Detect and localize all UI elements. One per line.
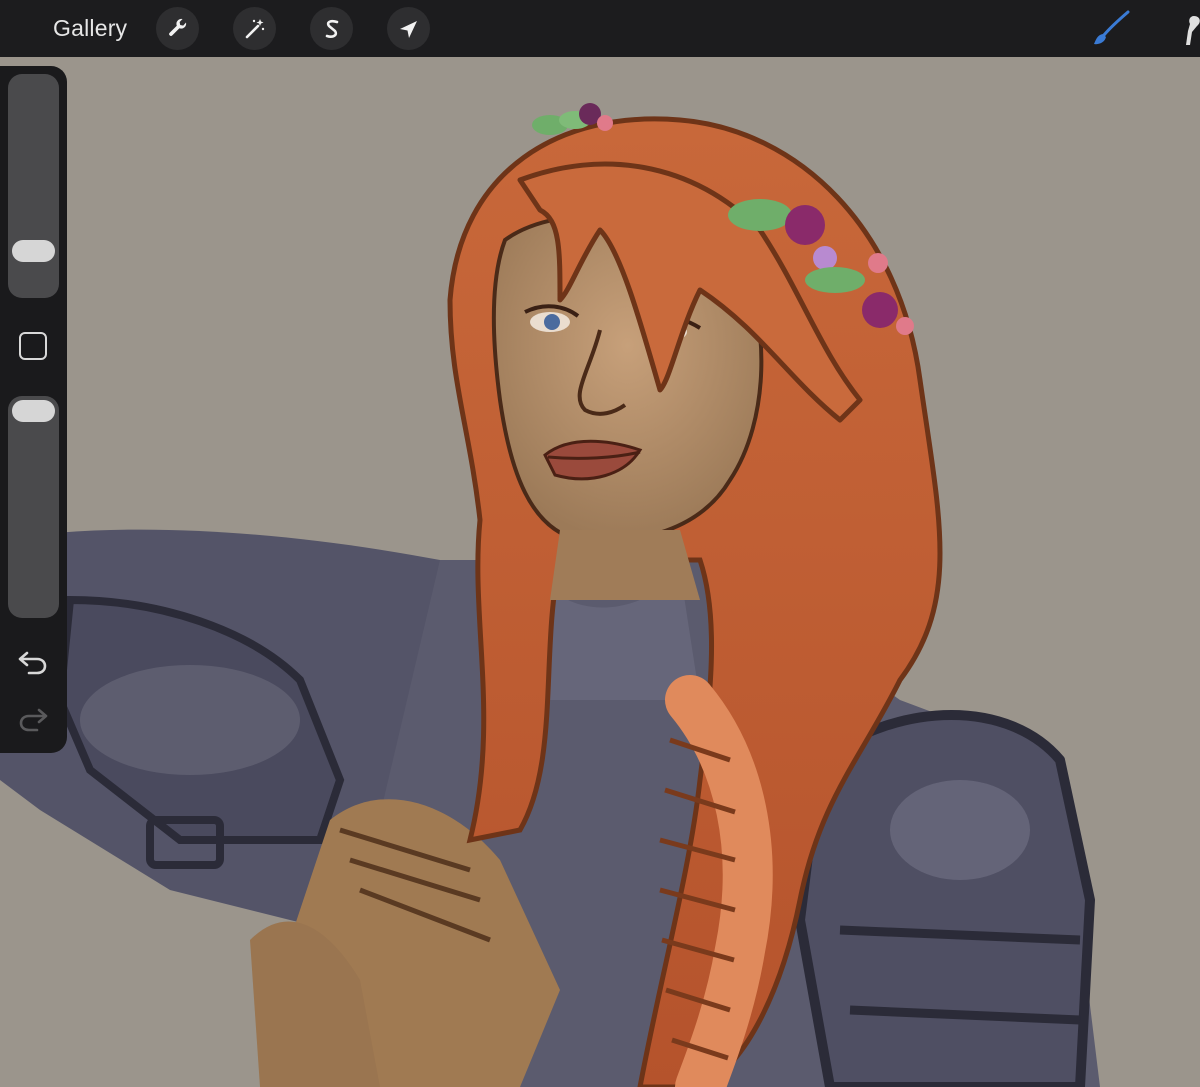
smudge-icon[interactable] bbox=[1180, 12, 1200, 48]
transform-button[interactable] bbox=[387, 7, 430, 50]
redo-icon[interactable] bbox=[17, 706, 49, 734]
drawing-canvas[interactable] bbox=[0, 57, 1200, 1087]
modify-button[interactable] bbox=[19, 332, 47, 360]
top-toolbar: Gallery bbox=[0, 0, 1200, 57]
adjustments-button[interactable] bbox=[233, 7, 276, 50]
magic-wand-icon bbox=[245, 18, 264, 38]
left-sidebar bbox=[0, 66, 67, 753]
opacity-thumb[interactable] bbox=[12, 400, 55, 422]
brush-size-thumb[interactable] bbox=[12, 240, 55, 262]
selection-s-icon bbox=[325, 19, 338, 38]
opacity-slider[interactable] bbox=[8, 396, 59, 618]
brush-size-slider[interactable] bbox=[8, 74, 59, 298]
wrench-icon bbox=[168, 18, 186, 36]
arrow-cursor-icon bbox=[399, 20, 417, 38]
actions-button[interactable] bbox=[156, 7, 199, 50]
gallery-button[interactable]: Gallery bbox=[53, 15, 127, 42]
selection-button[interactable] bbox=[310, 7, 353, 50]
undo-icon[interactable] bbox=[17, 649, 49, 677]
brush-icon[interactable] bbox=[1088, 10, 1132, 48]
